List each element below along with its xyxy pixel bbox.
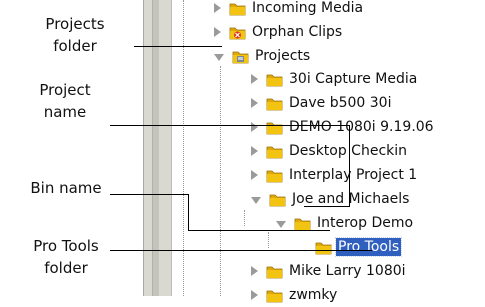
tree-item-label: Desktop Checkin: [289, 143, 408, 159]
callout-bin-name-line1: Bin name: [30, 179, 102, 197]
folder-icon: [266, 264, 283, 279]
expand-arrow-icon[interactable]: [276, 220, 286, 228]
folder-icon: [315, 240, 332, 255]
folder-icon: [269, 192, 286, 207]
tree-item[interactable]: Orphan Clips: [214, 20, 344, 44]
callout-projects-folder-line2: folder: [53, 37, 97, 55]
orphan-clips-icon: [229, 25, 246, 40]
tree-item[interactable]: 30i Capture Media: [251, 67, 419, 91]
tree-guide-joe: [244, 210, 245, 226]
collapse-arrow-icon[interactable]: [251, 146, 258, 156]
callout-pro-tools-folder-line1: Pro Tools: [33, 237, 99, 255]
expand-arrow-icon[interactable]: [214, 53, 224, 61]
callout-projects-folder-line1: Projects: [45, 15, 105, 33]
leader-line-project-name-h2: [304, 206, 350, 207]
callout-project-name: Project name: [5, 79, 125, 123]
collapse-arrow-icon[interactable]: [251, 74, 258, 84]
callout-project-name-line2: name: [43, 103, 87, 121]
leader-line-bin-v: [188, 194, 189, 231]
expand-arrow-icon[interactable]: [251, 196, 261, 204]
leader-line-bin-h2: [188, 230, 330, 231]
callout-pro-tools-folder-line2: folder: [44, 259, 88, 277]
folder-icon: [294, 216, 311, 231]
folder-icon: [266, 168, 283, 183]
callout-pro-tools-folder: Pro Tools folder: [6, 235, 126, 279]
tree-item-label: Interplay Project 1: [289, 167, 418, 183]
tree-item[interactable]: Interplay Project 1: [251, 163, 419, 187]
folder-icon: [229, 1, 246, 16]
collapse-arrow-icon[interactable]: [251, 98, 258, 108]
tree-item-label: Orphan Clips: [252, 24, 343, 40]
tree-item-label: 30i Capture Media: [289, 71, 418, 87]
tree-item[interactable]: Mike Larry 1080i: [251, 259, 408, 283]
tree-guide-root: [183, 0, 184, 296]
tree-item[interactable]: Joe and Michaels: [251, 187, 411, 211]
tree-item-label: DEMO 1080i 9.19.06: [289, 119, 434, 135]
collapse-arrow-icon[interactable]: [251, 170, 258, 180]
tree-item-label: Dave b500 30i: [289, 95, 392, 111]
collapse-arrow-icon[interactable]: [251, 266, 258, 276]
tree-item[interactable]: Desktop Checkin: [251, 139, 409, 163]
tree-item[interactable]: Dave b500 30i: [251, 91, 393, 115]
tree-guide-interop: [268, 232, 269, 248]
collapse-arrow-icon[interactable]: [214, 3, 221, 13]
tree-item-label: Incoming Media: [252, 0, 364, 16]
collapse-arrow-icon[interactable]: [214, 27, 221, 37]
scrollbar-groove: [152, 0, 159, 296]
tree-item[interactable]: Incoming Media: [214, 0, 365, 20]
collapse-arrow-icon[interactable]: [251, 290, 258, 300]
callout-projects-folder: Projects folder: [20, 13, 130, 57]
folder-icon: [266, 120, 283, 135]
tree-item-label: Interop Demo: [317, 215, 414, 231]
collapse-arrow-icon[interactable]: [251, 122, 258, 132]
tree-item-label: Pro Tools: [334, 237, 403, 257]
tree-item-label: Mike Larry 1080i: [289, 263, 406, 279]
tree-guide-projects: [220, 66, 221, 296]
tree-item[interactable]: Projects: [214, 44, 312, 68]
leader-line-projects: [134, 46, 222, 47]
leader-line-project-name-v: [349, 125, 350, 207]
leader-line-bin-h1: [110, 194, 188, 195]
callout-project-name-line1: Project: [39, 81, 91, 99]
folder-icon: [266, 72, 283, 87]
tree-item[interactable]: Interop Demo: [276, 211, 415, 235]
tree-item[interactable]: DEMO 1080i 9.19.06: [251, 115, 436, 139]
callout-bin-name: Bin name: [6, 177, 126, 199]
tree-item-label: zwmky: [289, 287, 338, 303]
projects-folder-icon: [232, 49, 249, 64]
folder-icon: [266, 96, 283, 111]
leader-line-pro-tools: [110, 250, 372, 251]
tree-item[interactable]: Pro Tools: [300, 235, 403, 259]
tree-item-label: Projects: [255, 48, 311, 64]
leader-line-project-name-h1: [110, 125, 349, 126]
folder-icon: [266, 144, 283, 159]
tree-item[interactable]: zwmky: [251, 283, 339, 307]
folder-icon: [266, 288, 283, 303]
